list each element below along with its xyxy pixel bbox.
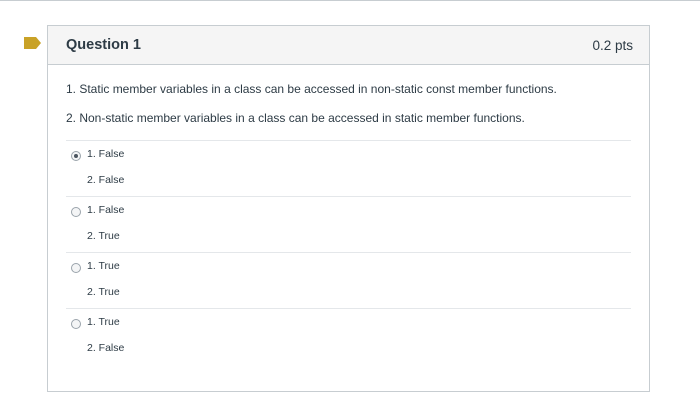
question-points: 0.2 pts [592,37,633,53]
radio-button-icon[interactable] [71,151,81,161]
question-card: Question 1 0.2 pts 1. Static member vari… [47,25,650,392]
answer-list: 1. False 2. False 1. False 2. True 1. Tr… [66,140,631,364]
quiz-page: Question 1 0.2 pts 1. Static member vari… [0,0,700,420]
answer-option-2[interactable]: 1. False 2. True [66,197,631,253]
answer-option-4[interactable]: 1. True 2. False [66,309,631,364]
statement-1: 1. Static member variables in a class ca… [66,82,557,96]
radio-button-icon[interactable] [71,207,81,217]
answer-option-1[interactable]: 1. False 2. False [66,141,631,197]
flag-question-icon[interactable] [24,37,41,49]
answer-option-3[interactable]: 1. True 2. True [66,253,631,309]
answer-option-line-1: 1. True [87,316,120,328]
answer-option-line-2: 2. False [87,174,125,186]
statement-2: 2. Non-static member variables in a clas… [66,111,525,125]
question-title: Question 1 [66,37,141,53]
question-header: Question 1 0.2 pts [48,26,649,65]
answer-option-line-2: 2. True [87,286,120,298]
top-divider [0,0,700,1]
answer-option-line-1: 1. False [87,148,125,160]
question-body: 1. Static member variables in a class ca… [48,65,649,364]
radio-button-icon[interactable] [71,263,81,273]
answer-option-line-2: 2. True [87,230,120,242]
answer-option-line-1: 1. False [87,204,125,216]
answer-option-line-2: 2. False [87,342,125,354]
answer-option-line-1: 1. True [87,260,120,272]
radio-button-icon[interactable] [71,319,81,329]
